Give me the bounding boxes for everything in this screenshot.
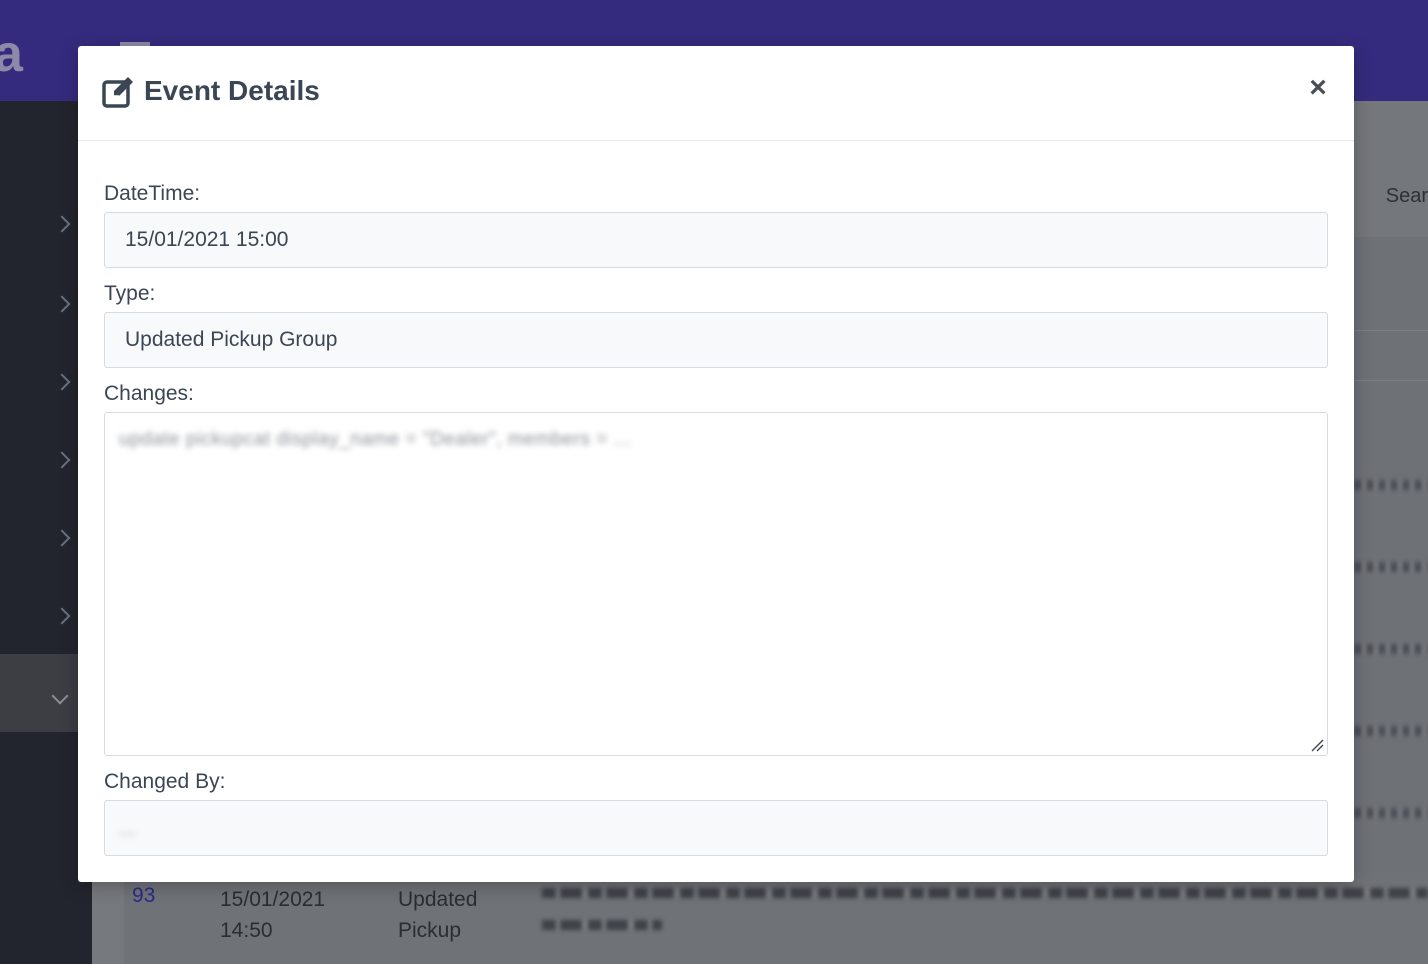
event-type: Updated Pickup xyxy=(398,888,478,942)
table-row xyxy=(1354,726,1428,736)
modal-title: Event Details xyxy=(144,75,320,106)
resize-handle-icon[interactable] xyxy=(1310,738,1324,752)
changes-text-redacted: update pickupcat display_name = "Dealer"… xyxy=(119,429,632,450)
sidebar-chevron-right-icon[interactable] xyxy=(53,451,71,469)
changed-by-redacted: ... xyxy=(119,819,137,840)
table-row xyxy=(1354,480,1428,490)
datetime-label: DateTime: xyxy=(104,182,201,205)
table-row xyxy=(1354,644,1428,654)
changes-label: Changes: xyxy=(104,382,194,405)
type-field[interactable] xyxy=(104,312,1328,368)
sidebar-chevron-right-icon[interactable] xyxy=(53,215,71,233)
changed-by-field[interactable]: ... xyxy=(104,800,1328,856)
changes-textarea[interactable]: update pickupcat display_name = "Dealer"… xyxy=(104,412,1328,756)
datetime-field[interactable] xyxy=(104,212,1328,268)
sidebar-chevron-right-icon[interactable] xyxy=(53,529,71,547)
brand-logo[interactable]: a xyxy=(0,24,23,84)
sidebar-chevron-right-icon[interactable] xyxy=(53,373,71,391)
sidebar-chevron-right-icon[interactable] xyxy=(53,295,71,313)
table-row xyxy=(1354,808,1428,818)
table-row xyxy=(1354,562,1428,572)
modal-header: Event Details × xyxy=(78,46,1354,141)
changed-by-label: Changed By: xyxy=(104,770,226,793)
event-details-modal: Event Details × DateTime: Type: Changes:… xyxy=(78,46,1354,882)
edit-icon xyxy=(102,77,133,108)
close-button[interactable]: × xyxy=(1302,70,1334,106)
event-id-link[interactable]: 93 xyxy=(132,884,155,908)
search-label: Sear xyxy=(1385,185,1428,207)
type-label: Type: xyxy=(104,282,156,305)
event-datetime: 15/01/2021 14:50 xyxy=(220,888,326,942)
sidebar-chevron-right-icon[interactable] xyxy=(53,607,71,625)
event-changes-blurred xyxy=(542,888,1428,938)
